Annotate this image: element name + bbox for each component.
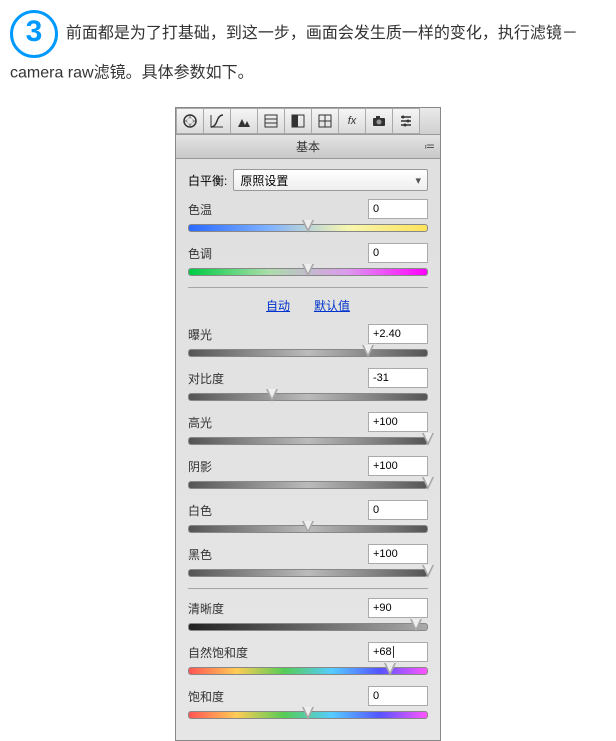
camera-icon[interactable] bbox=[366, 108, 393, 134]
shadows-value[interactable]: +100 bbox=[368, 456, 428, 476]
vibrance-label: 自然饱和度 bbox=[188, 644, 248, 661]
blacks-slider[interactable]: 黑色 +100 bbox=[188, 544, 428, 578]
hsl-icon[interactable] bbox=[258, 108, 285, 134]
split-icon[interactable] bbox=[285, 108, 312, 134]
exposure-label: 曝光 bbox=[188, 326, 212, 343]
fx-icon[interactable]: fx bbox=[339, 108, 366, 134]
aperture-icon[interactable] bbox=[176, 108, 204, 134]
panel-title: 基本 bbox=[296, 138, 320, 155]
clarity-slider[interactable]: 清晰度 +90 bbox=[188, 598, 428, 632]
detail-icon[interactable] bbox=[231, 108, 258, 134]
divider bbox=[188, 287, 428, 289]
vibrance-value[interactable]: +68 bbox=[368, 642, 428, 662]
exposure-value[interactable]: +2.40 bbox=[368, 324, 428, 344]
whites-label: 白色 bbox=[188, 502, 212, 519]
toolbar: fx bbox=[176, 108, 440, 135]
white-balance-label: 白平衡: bbox=[188, 172, 227, 189]
white-balance-row: 白平衡: 原照设置 ▾ bbox=[188, 169, 428, 191]
exposure-slider[interactable]: 曝光 +2.40 bbox=[188, 324, 428, 358]
contrast-label: 对比度 bbox=[188, 370, 224, 387]
saturation-value[interactable]: 0 bbox=[368, 686, 428, 706]
auto-link[interactable]: 自动 bbox=[266, 299, 290, 313]
saturation-slider[interactable]: 饱和度 0 bbox=[188, 686, 428, 720]
clarity-value[interactable]: +90 bbox=[368, 598, 428, 618]
blacks-label: 黑色 bbox=[188, 546, 212, 563]
temperature-value[interactable]: 0 bbox=[368, 199, 428, 219]
curve-icon[interactable] bbox=[204, 108, 231, 134]
vibrance-slider[interactable]: 自然饱和度 +68 bbox=[188, 642, 428, 676]
default-link[interactable]: 默认值 bbox=[314, 299, 350, 313]
tint-value[interactable]: 0 bbox=[368, 243, 428, 263]
saturation-label: 饱和度 bbox=[188, 688, 224, 705]
contrast-slider[interactable]: 对比度 -31 bbox=[188, 368, 428, 402]
shadows-slider[interactable]: 阴影 +100 bbox=[188, 456, 428, 490]
whites-slider[interactable]: 白色 0 bbox=[188, 500, 428, 534]
tint-slider[interactable]: 色调 0 bbox=[188, 243, 428, 277]
temperature-slider[interactable]: 色温 0 bbox=[188, 199, 428, 233]
highlights-slider[interactable]: 高光 +100 bbox=[188, 412, 428, 446]
tint-label: 色调 bbox=[188, 245, 212, 262]
intro-text: 前面都是为了打基础，到这一步，画面会发生质一样的变化，执行滤镜－camera r… bbox=[10, 25, 578, 81]
panel-menu-icon[interactable]: ≔ bbox=[424, 140, 435, 153]
presets-icon[interactable] bbox=[393, 108, 420, 134]
step-badge: 3 bbox=[10, 10, 58, 58]
temperature-label: 色温 bbox=[188, 201, 212, 218]
chevron-down-icon: ▾ bbox=[415, 174, 421, 187]
shadows-label: 阴影 bbox=[188, 458, 212, 475]
highlights-value[interactable]: +100 bbox=[368, 412, 428, 432]
clarity-label: 清晰度 bbox=[188, 600, 224, 617]
whites-value[interactable]: 0 bbox=[368, 500, 428, 520]
preset-links: 自动 默认值 bbox=[188, 297, 428, 314]
panel-title-bar: 基本 ≔ bbox=[176, 135, 440, 159]
highlights-label: 高光 bbox=[188, 414, 212, 431]
white-balance-select[interactable]: 原照设置 ▾ bbox=[233, 169, 428, 191]
lens-icon[interactable] bbox=[312, 108, 339, 134]
divider bbox=[188, 588, 428, 590]
blacks-value[interactable]: +100 bbox=[368, 544, 428, 564]
contrast-value[interactable]: -31 bbox=[368, 368, 428, 388]
camera-raw-panel: fx 基本 ≔ 白平衡: 原照设置 ▾ 色温 0 色调 0 bbox=[175, 107, 441, 741]
